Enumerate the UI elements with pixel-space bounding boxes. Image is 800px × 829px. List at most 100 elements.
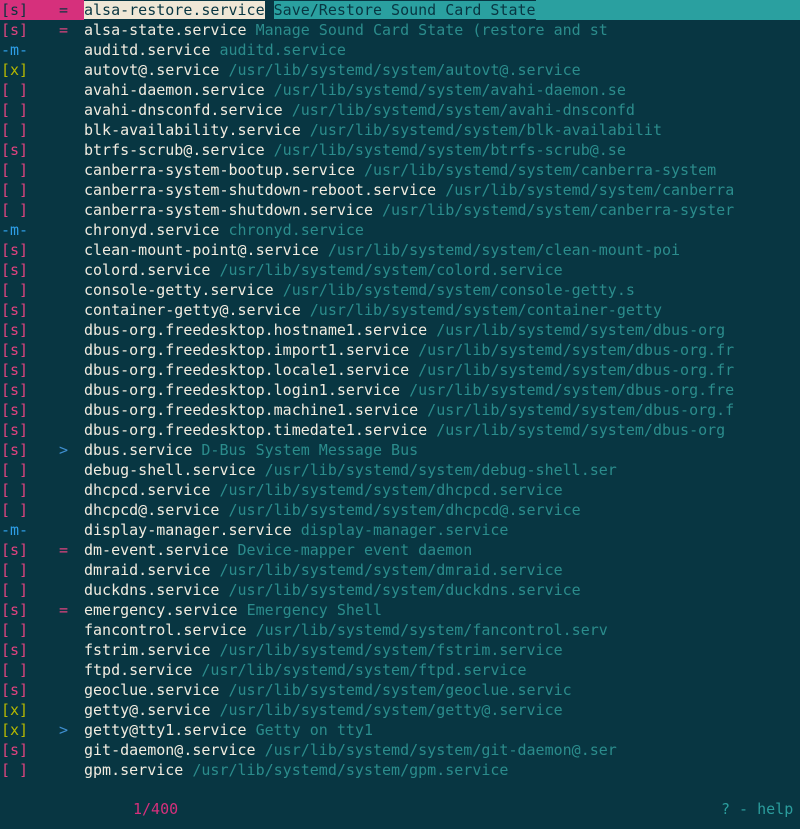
unit-name[interactable]: dbus-org.freedesktop.locale1.service (84, 361, 409, 379)
unit-name[interactable]: dbus-org.freedesktop.hostname1.service (84, 321, 427, 339)
unit-name[interactable]: ftpd.service (84, 661, 192, 679)
unit-row[interactable]: [s]=alsa-state.service Manage Sound Card… (0, 20, 800, 40)
unit-row[interactable]: [s]colord.service /usr/lib/systemd/syste… (0, 260, 800, 280)
unit-state-marker[interactable]: [ ] (0, 460, 42, 480)
unit-row[interactable]: [ ]duckdns.service /usr/lib/systemd/syst… (0, 580, 800, 600)
unit-state-marker[interactable]: -m- (0, 40, 42, 60)
unit-state-marker[interactable]: [s] (0, 0, 42, 20)
unit-state-marker[interactable]: [ ] (0, 660, 42, 680)
unit-row[interactable]: [s]>dbus.service D-Bus System Message Bu… (0, 440, 800, 460)
unit-sub-marker[interactable] (42, 460, 84, 480)
unit-row[interactable]: [x]>getty@tty1.service Getty on tty1 (0, 720, 800, 740)
unit-state-marker[interactable]: [s] (0, 400, 42, 420)
unit-row[interactable]: [ ]avahi-daemon.service /usr/lib/systemd… (0, 80, 800, 100)
unit-sub-marker[interactable] (42, 60, 84, 80)
unit-row[interactable]: [ ]fancontrol.service /usr/lib/systemd/s… (0, 620, 800, 640)
unit-name[interactable]: getty@tty1.service (84, 721, 247, 739)
unit-sub-marker[interactable] (42, 160, 84, 180)
unit-state-marker[interactable]: -m- (0, 520, 42, 540)
unit-row[interactable]: [s]container-getty@.service /usr/lib/sys… (0, 300, 800, 320)
unit-name[interactable]: getty@.service (84, 701, 210, 719)
unit-sub-marker[interactable]: = (42, 540, 84, 560)
unit-sub-marker[interactable] (42, 760, 84, 780)
unit-state-marker[interactable]: [s] (0, 440, 42, 460)
unit-name[interactable]: dbus-org.freedesktop.timedate1.service (84, 421, 427, 439)
unit-state-marker[interactable]: [x] (0, 700, 42, 720)
unit-state-marker[interactable]: [ ] (0, 280, 42, 300)
unit-name[interactable]: git-daemon@.service (84, 741, 256, 759)
unit-sub-marker[interactable] (42, 680, 84, 700)
unit-name[interactable]: display-manager.service (84, 521, 292, 539)
unit-state-marker[interactable]: [ ] (0, 160, 42, 180)
unit-row[interactable]: [s]dbus-org.freedesktop.login1.service /… (0, 380, 800, 400)
unit-name[interactable]: fancontrol.service (84, 621, 247, 639)
unit-list[interactable]: [s]=alsa-restore.service Save/Restore So… (0, 0, 800, 790)
unit-row[interactable]: [s]=emergency.service Emergency Shell (0, 600, 800, 620)
unit-sub-marker[interactable] (42, 560, 84, 580)
unit-sub-marker[interactable] (42, 500, 84, 520)
unit-state-marker[interactable]: [ ] (0, 480, 42, 500)
unit-name[interactable]: alsa-restore.service (84, 1, 265, 19)
unit-name[interactable]: dbus-org.freedesktop.login1.service (84, 381, 400, 399)
unit-row[interactable]: [ ]canberra-system-shutdown.service /usr… (0, 200, 800, 220)
unit-row[interactable]: [ ]blk-availability.service /usr/lib/sys… (0, 120, 800, 140)
unit-state-marker[interactable]: [ ] (0, 200, 42, 220)
unit-name[interactable]: dhcpcd.service (84, 481, 210, 499)
unit-name[interactable]: clean-mount-point@.service (84, 241, 319, 259)
unit-state-marker[interactable]: [ ] (0, 560, 42, 580)
unit-row[interactable]: [s]dbus-org.freedesktop.locale1.service … (0, 360, 800, 380)
unit-state-marker[interactable]: [s] (0, 540, 42, 560)
unit-state-marker[interactable]: [s] (0, 380, 42, 400)
unit-state-marker[interactable]: [ ] (0, 760, 42, 780)
unit-name[interactable]: duckdns.service (84, 581, 219, 599)
unit-row[interactable]: [s] dbus-org.freedesktop.machine1.service… (0, 400, 800, 420)
unit-state-marker[interactable]: [s] (0, 240, 42, 260)
unit-row[interactable]: [ ]console-getty.service /usr/lib/system… (0, 280, 800, 300)
unit-name[interactable]: gpm.service (84, 761, 183, 779)
unit-row[interactable]: [s]btrfs-scrub@.service /usr/lib/systemd… (0, 140, 800, 160)
unit-state-marker[interactable]: [x] (0, 60, 42, 80)
unit-name[interactable]: debug-shell.service (84, 461, 256, 479)
unit-state-marker[interactable]: [s] (0, 420, 42, 440)
unit-state-marker[interactable]: [s] (0, 640, 42, 660)
unit-state-marker[interactable]: [s] (0, 20, 42, 40)
unit-name[interactable]: dm-event.service (84, 541, 229, 559)
unit-row[interactable]: [ ]dhcpcd.service /usr/lib/systemd/syste… (0, 480, 800, 500)
unit-sub-marker[interactable]: = (42, 20, 84, 40)
unit-name[interactable]: btrfs-scrub@.service (84, 141, 265, 159)
unit-state-marker[interactable]: [ ] (0, 120, 42, 140)
unit-sub-marker[interactable] (42, 140, 84, 160)
unit-state-marker[interactable]: [s] (0, 340, 42, 360)
unit-state-marker[interactable]: [s] (0, 680, 42, 700)
unit-name[interactable]: dhcpcd@.service (84, 501, 219, 519)
unit-state-marker[interactable]: [ ] (0, 500, 42, 520)
unit-name[interactable]: dbus.service (84, 441, 192, 459)
unit-sub-marker[interactable] (42, 580, 84, 600)
unit-row[interactable]: [ ]debug-shell.service /usr/lib/systemd/… (0, 460, 800, 480)
unit-sub-marker[interactable] (42, 120, 84, 140)
unit-name[interactable]: dbus-org.freedesktop.import1.service (84, 341, 409, 359)
help-hint[interactable]: ? - help (721, 790, 793, 829)
unit-state-marker[interactable]: [s] (0, 140, 42, 160)
unit-sub-marker[interactable]: = (42, 0, 84, 20)
unit-sub-marker[interactable] (42, 740, 84, 760)
unit-name[interactable]: colord.service (84, 261, 210, 279)
unit-name[interactable]: container-getty@.service (84, 301, 301, 319)
unit-row[interactable]: [ ]ftpd.service /usr/lib/systemd/system/… (0, 660, 800, 680)
unit-name[interactable]: dbus-org.freedesktop.machine1.service (84, 401, 418, 419)
unit-row[interactable]: [s] dbus-org.freedesktop.timedate1.servic… (0, 420, 800, 440)
unit-name[interactable]: alsa-state.service (84, 21, 247, 39)
unit-name[interactable]: canberra-system-shutdown.service (84, 201, 373, 219)
unit-sub-marker[interactable] (42, 360, 84, 380)
unit-state-marker[interactable]: [ ] (0, 80, 42, 100)
unit-state-marker[interactable]: [ ] (0, 620, 42, 640)
unit-state-marker[interactable]: [ ] (0, 580, 42, 600)
unit-sub-marker[interactable] (42, 380, 84, 400)
unit-sub-marker[interactable] (42, 700, 84, 720)
unit-sub-marker[interactable] (42, 400, 84, 420)
unit-sub-marker[interactable] (42, 520, 84, 540)
unit-row[interactable]: [ ]canberra-system-shutdown-reboot.servi… (0, 180, 800, 200)
unit-row[interactable]: -m-display-manager.service display-manag… (0, 520, 800, 540)
unit-state-marker[interactable]: [s] (0, 320, 42, 340)
unit-name[interactable]: auditd.service (84, 41, 210, 59)
